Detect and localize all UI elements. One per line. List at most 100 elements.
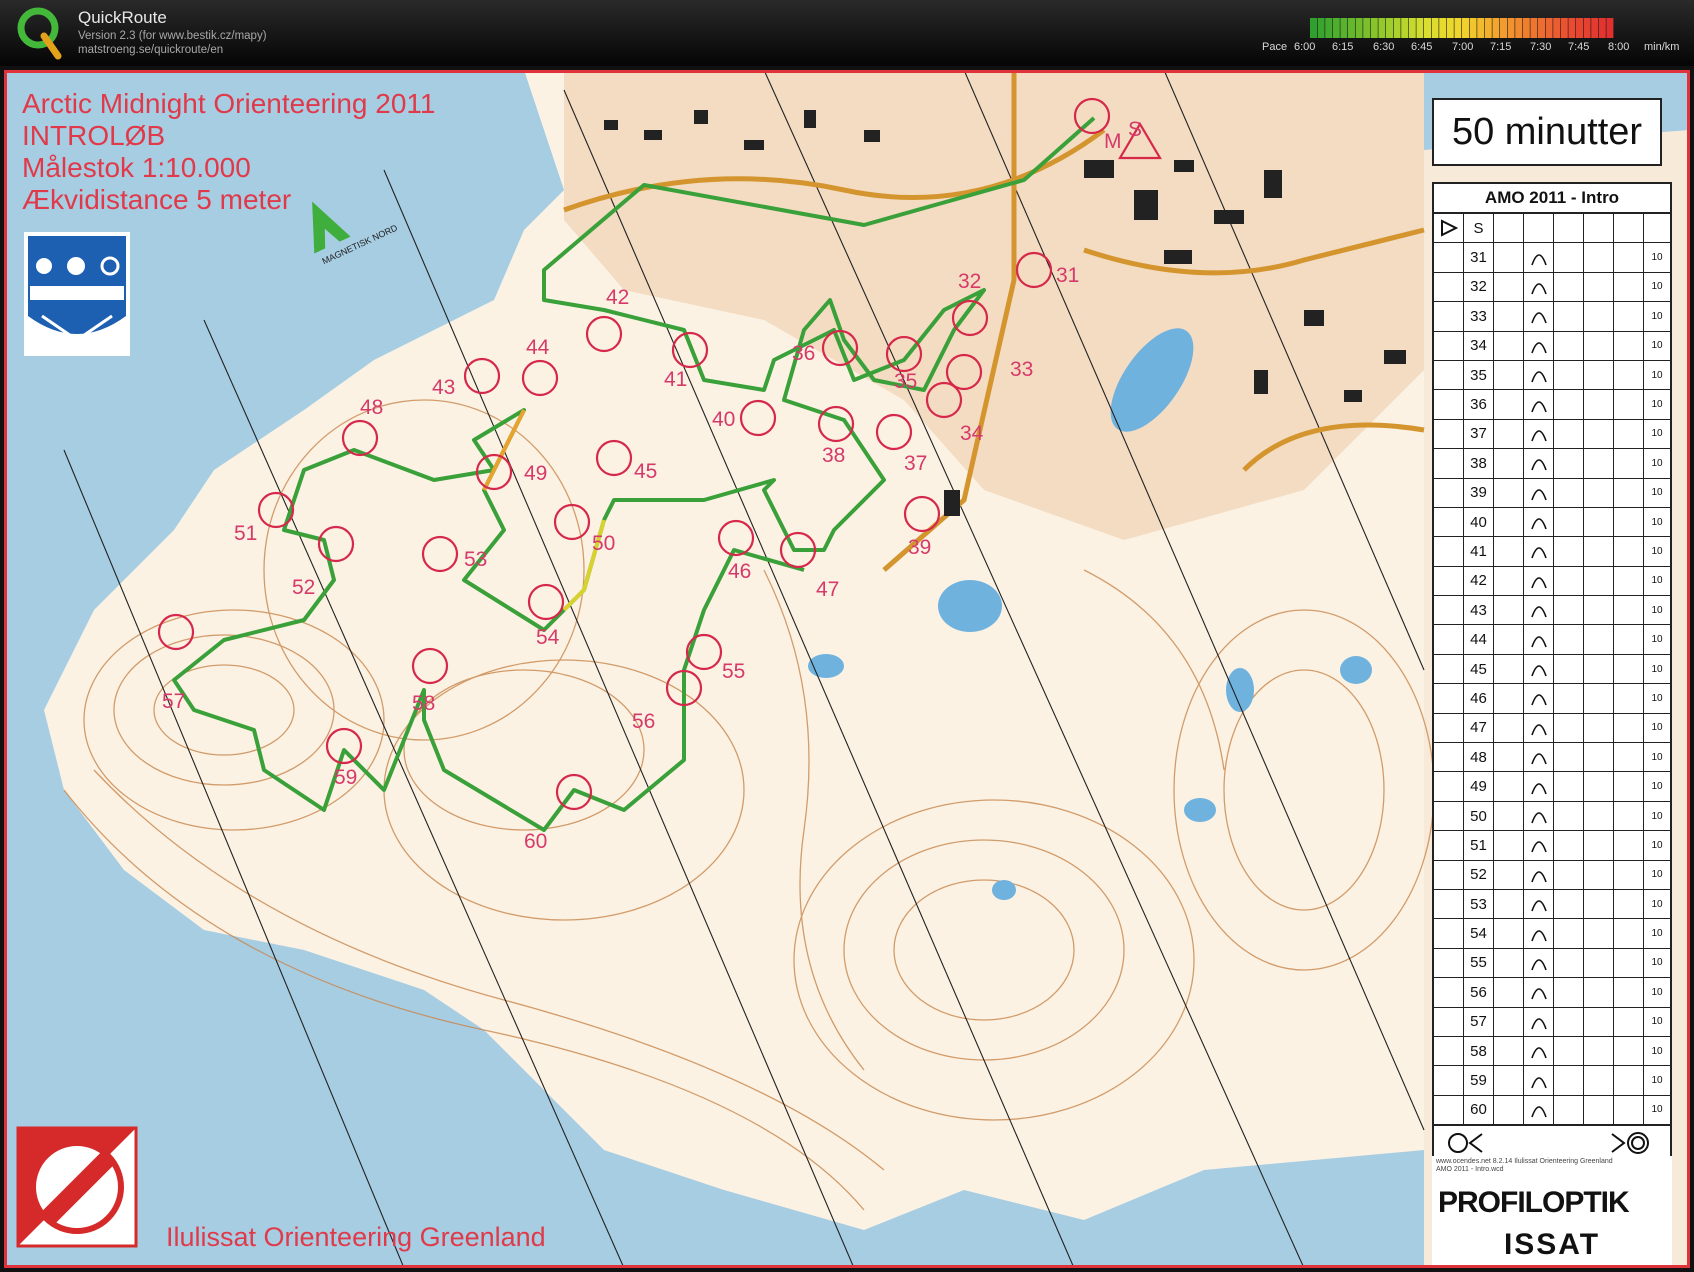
control-points: 10: [1651, 310, 1663, 322]
pace-tick: 7:15: [1490, 41, 1512, 53]
control-code: 31: [1464, 243, 1494, 272]
pace-scale-swatch: [1515, 18, 1523, 38]
pace-unit: min/km: [1644, 41, 1680, 53]
control-points: 10: [1651, 1104, 1663, 1116]
map-scale: Målestok 1:10.000: [22, 152, 251, 183]
feature-symbol-icon: [1524, 948, 1554, 978]
feature-symbol-icon: [1524, 537, 1554, 566]
control-code: 51: [1464, 831, 1494, 860]
sponsor-name: PROFILOPTIK: [1438, 1186, 1630, 1219]
control-code: 46: [1464, 684, 1494, 713]
map-subtitle: INTROLØB: [22, 120, 166, 151]
feature-symbol-icon: [1524, 272, 1554, 302]
control-number: 34: [960, 422, 984, 445]
control-code: 37: [1464, 419, 1494, 449]
control-description-row: 50 10: [1434, 801, 1670, 832]
finish-label: M: [1104, 130, 1122, 153]
control-description-row: 45 10: [1434, 654, 1670, 685]
feature-symbol-icon: [1524, 919, 1554, 948]
pace-scale-swatch: [1507, 18, 1515, 38]
time-limit-box: 50 minutter: [1432, 98, 1662, 166]
control-code: 34: [1464, 331, 1494, 360]
start-label: S: [1128, 118, 1142, 141]
feature-symbol-icon: [1524, 978, 1554, 1007]
control-number: 44: [526, 336, 550, 359]
control-description-row: 42 10: [1434, 566, 1670, 597]
pace-tick: 8:00: [1608, 41, 1630, 53]
pace-scale-swatch: [1348, 18, 1355, 38]
control-code: 35: [1464, 360, 1494, 390]
control-description-row: 56 10: [1434, 978, 1670, 1008]
feature-symbol-icon: [1524, 302, 1554, 331]
control-code: 42: [1464, 566, 1494, 596]
control-number: 53: [464, 548, 487, 571]
control-description-title: AMO 2011 - Intro: [1434, 184, 1670, 214]
control-code: 33: [1464, 302, 1494, 331]
control-points: 10: [1651, 369, 1663, 381]
control-number: 56: [632, 710, 655, 733]
pace-scale-swatch: [1378, 18, 1386, 38]
pace-scale-swatch: [1340, 18, 1348, 38]
map-contour-interval: Ækvidistance 5 meter: [22, 184, 292, 215]
feature-symbol-icon: [1524, 566, 1554, 596]
pace-scale-swatch: [1469, 18, 1477, 38]
control-number: 37: [904, 452, 927, 475]
control-points: 10: [1651, 957, 1663, 969]
control-description-row: 54 10: [1434, 919, 1670, 949]
pace-scale-swatch: [1332, 18, 1340, 38]
control-points: 10: [1651, 1045, 1663, 1057]
map-footer: Ilulissat Orienteering Greenland: [166, 1222, 546, 1252]
control-code: 56: [1464, 978, 1494, 1007]
control-points: 10: [1651, 898, 1663, 910]
feature-symbol-icon: [1524, 478, 1554, 507]
start-code: S: [1464, 214, 1494, 243]
feature-symbol-icon: [1524, 889, 1554, 919]
control-description-row: 35 10: [1434, 360, 1670, 391]
control-code: 38: [1464, 449, 1494, 478]
pace-scale-swatch: [1310, 18, 1317, 38]
control-code: 59: [1464, 1066, 1494, 1095]
pace-scale-swatch: [1530, 18, 1538, 38]
control-code: 32: [1464, 272, 1494, 302]
pace-scale-swatch: [1583, 18, 1591, 38]
control-number: 40: [712, 408, 735, 431]
control-number: 54: [536, 626, 560, 649]
control-code: 54: [1464, 919, 1494, 948]
feature-symbol-icon: [1524, 449, 1554, 478]
control-points: 10: [1651, 340, 1663, 352]
control-number: 52: [292, 576, 315, 599]
pace-scale-swatch: [1522, 18, 1530, 38]
feature-symbol-icon: [1524, 390, 1554, 419]
control-number: 59: [334, 766, 357, 789]
pace-scale-swatch: [1553, 18, 1561, 38]
control-number: 35: [894, 370, 917, 393]
control-code: 50: [1464, 801, 1494, 831]
feature-symbol-icon: [1524, 654, 1554, 684]
control-description-row: 52 10: [1434, 860, 1670, 890]
quickroute-logo-icon: [17, 7, 62, 60]
pace-scale-swatch: [1492, 18, 1500, 38]
control-description-row: 59 10: [1434, 1066, 1670, 1096]
control-code: 41: [1464, 537, 1494, 566]
control-number: 49: [524, 462, 547, 485]
pace-prefix: Pace: [1262, 41, 1288, 53]
control-number: 38: [822, 444, 845, 467]
finish-symbol-icon: [1448, 1132, 1649, 1155]
feature-symbol-icon: [1524, 1007, 1554, 1036]
control-description-row: 46 10: [1434, 684, 1670, 714]
control-points: 10: [1651, 516, 1663, 528]
app-header: QuickRoute Version 2.3 (for www.bestik.c…: [0, 0, 1694, 66]
control-points: 10: [1651, 986, 1663, 998]
control-description-row: 43 10: [1434, 596, 1670, 626]
control-points: 10: [1651, 1016, 1663, 1028]
control-code: 60: [1464, 1095, 1494, 1125]
control-number: 41: [664, 368, 687, 391]
control-code: 55: [1464, 948, 1494, 978]
control-number: 39: [908, 536, 931, 559]
control-description-start-row: S: [1434, 214, 1670, 244]
coat-of-arms-icon: [24, 232, 130, 356]
orienteering-map[interactable]: S M 31 32 33 34 35 36 37 38 39 40 41 42 …: [4, 70, 1690, 1268]
feature-symbol-icon: [1524, 243, 1554, 272]
control-points: 10: [1651, 428, 1663, 440]
control-number: 51: [234, 522, 257, 545]
